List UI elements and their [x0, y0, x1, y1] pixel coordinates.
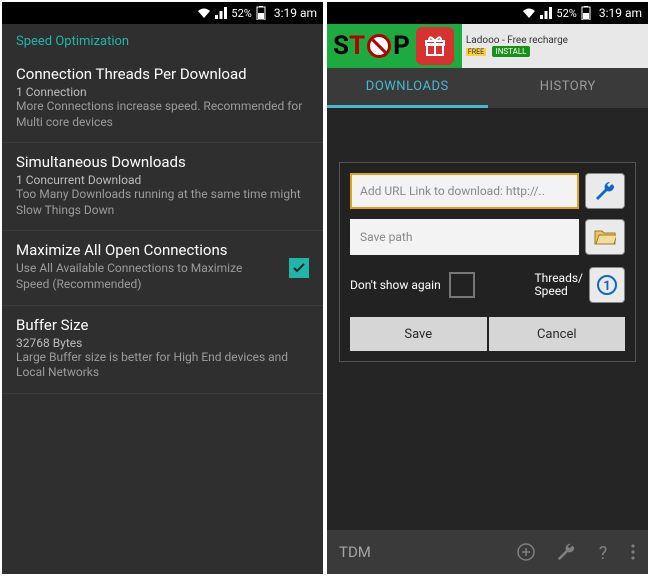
download-manager-screen: 52% 3:19 am S T P Ladooo - Free recharge…	[325, 0, 650, 576]
section-title: Speed Optimization	[2, 24, 323, 55]
wifi-icon	[522, 7, 536, 19]
app-title: TDM	[339, 543, 371, 561]
svg-text:?: ?	[599, 543, 608, 562]
wrench-button[interactable]	[585, 173, 625, 209]
setting-buffer-size[interactable]: Buffer Size 32768 Bytes Large Buffer siz…	[2, 306, 323, 394]
checkbox-checked-icon[interactable]	[289, 258, 309, 278]
tabs: DOWNLOADS HISTORY	[327, 68, 648, 108]
status-bar: 52% 3:19 am	[327, 2, 648, 24]
setting-desc: More Connections increase speed. Recomme…	[16, 99, 309, 130]
dont-show-checkbox[interactable]	[449, 272, 475, 298]
setting-desc: Use All Available Connections to Maximiz…	[16, 261, 309, 292]
battery-percent: 52%	[556, 7, 576, 20]
setting-title: Buffer Size	[16, 316, 309, 334]
wrench-icon[interactable]	[556, 542, 576, 562]
signal-icon	[540, 7, 552, 19]
signal-icon	[215, 7, 227, 19]
help-icon[interactable]: ?	[596, 542, 610, 562]
overflow-menu-icon[interactable]	[630, 542, 636, 562]
save-path-input[interactable]: Save path	[350, 219, 579, 255]
status-time: 3:19 am	[599, 6, 642, 20]
tab-downloads[interactable]: DOWNLOADS	[327, 68, 488, 108]
save-button[interactable]: Save	[350, 317, 487, 351]
folder-button[interactable]	[585, 219, 625, 255]
setting-desc: Too Many Downloads running at the same t…	[16, 187, 309, 218]
setting-title: Maximize All Open Connections	[16, 241, 309, 259]
battery-percent: 52%	[231, 7, 251, 20]
wifi-icon	[197, 7, 211, 19]
battery-icon	[256, 6, 266, 20]
ad-text: Ladooo - Free recharge FREE INSTALL	[462, 24, 648, 68]
tab-history[interactable]: HISTORY	[488, 68, 649, 108]
gift-icon	[416, 27, 454, 65]
setting-value: 1 Connection	[16, 85, 309, 99]
ad-title: Ladooo - Free recharge	[466, 35, 648, 46]
cancel-button[interactable]: Cancel	[489, 317, 626, 351]
no-entry-icon	[367, 34, 391, 58]
url-input[interactable]: Add URL Link to download: http://..	[350, 173, 579, 209]
ad-stop-graphic: S T P	[333, 31, 410, 61]
setting-connection-threads[interactable]: Connection Threads Per Download 1 Connec…	[2, 55, 323, 143]
settings-screen: 52% 3:19 am Speed Optimization Connectio…	[0, 0, 325, 576]
threads-button[interactable]: 1	[589, 267, 625, 303]
content-area: Add URL Link to download: http://.. Save…	[327, 108, 648, 530]
svg-text:1: 1	[603, 279, 610, 294]
dont-show-label: Don't show again	[350, 278, 441, 292]
setting-title: Simultaneous Downloads	[16, 153, 309, 171]
setting-simultaneous-downloads[interactable]: Simultaneous Downloads 1 Concurrent Down…	[2, 143, 323, 231]
battery-icon	[581, 6, 591, 20]
ad-free-badge: FREE	[466, 48, 486, 56]
setting-value: 32768 Bytes	[16, 336, 309, 350]
status-bar: 52% 3:19 am	[2, 2, 323, 24]
ad-install-button[interactable]: INSTALL	[492, 46, 531, 57]
status-time: 3:19 am	[274, 6, 317, 20]
add-download-dialog: Add URL Link to download: http://.. Save…	[339, 162, 636, 362]
threads-label: Threads/ Speed	[534, 272, 583, 298]
setting-value: 1 Concurrent Download	[16, 173, 309, 187]
bottom-bar: TDM ?	[327, 530, 648, 574]
setting-title: Connection Threads Per Download	[16, 65, 309, 83]
ad-banner[interactable]: S T P Ladooo - Free recharge FREE INSTAL…	[327, 24, 648, 68]
add-icon[interactable]	[516, 542, 536, 562]
setting-maximize-connections[interactable]: Maximize All Open Connections Use All Av…	[2, 231, 323, 305]
setting-desc: Large Buffer size is better for High End…	[16, 350, 309, 381]
